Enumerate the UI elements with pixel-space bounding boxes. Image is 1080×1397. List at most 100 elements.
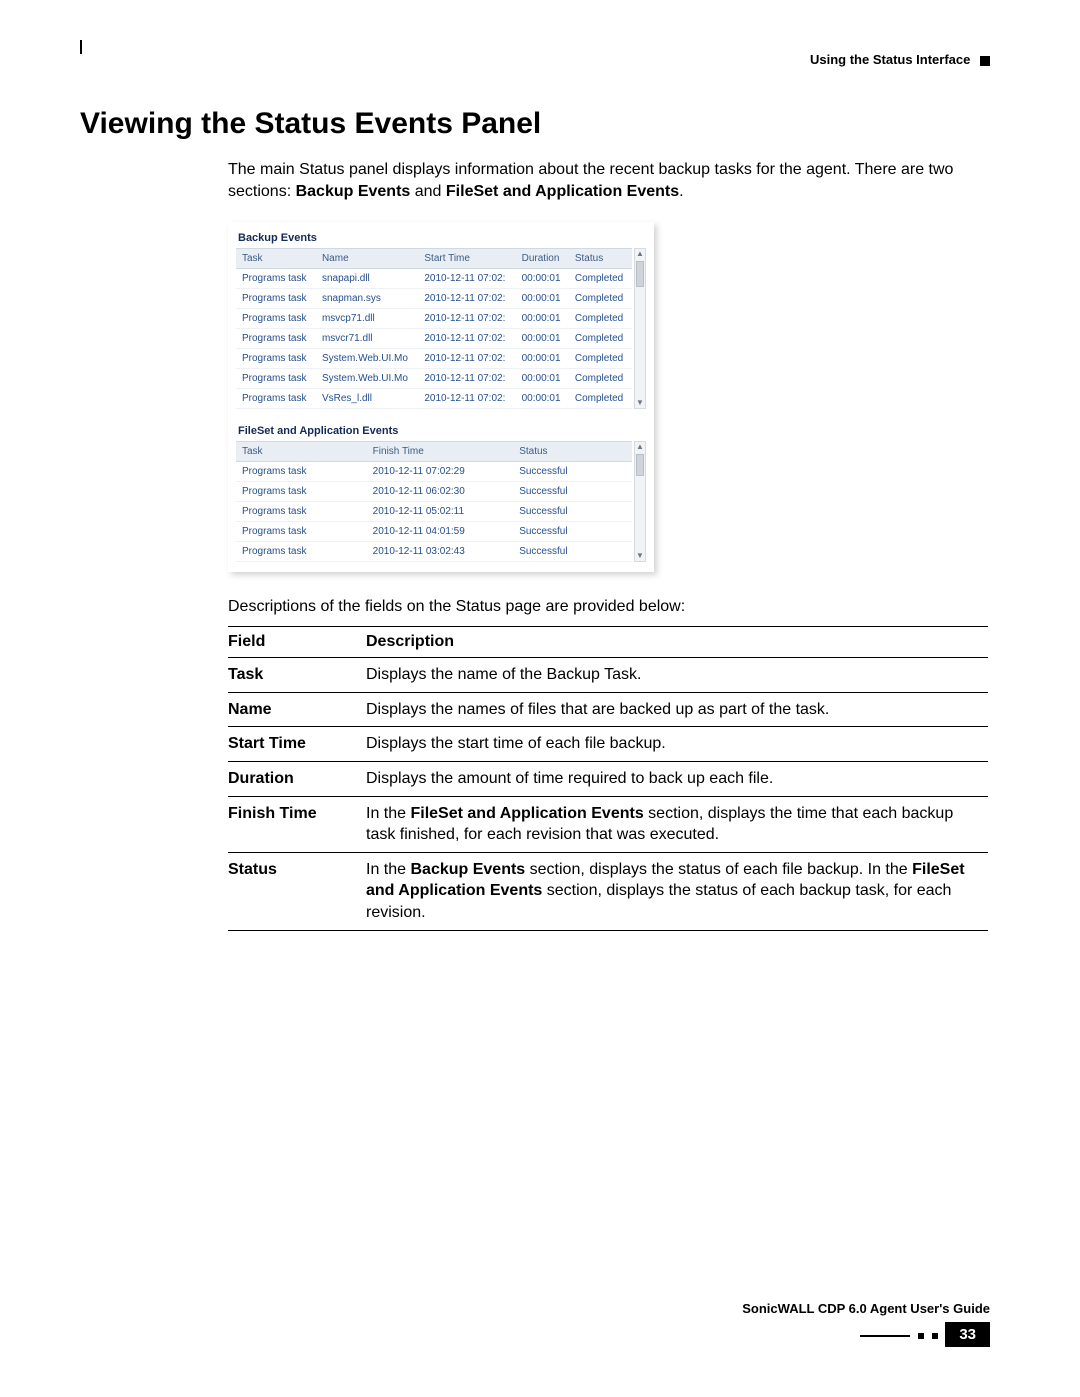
col-name[interactable]: Name — [316, 249, 418, 269]
table-row[interactable]: Programs task2010-12-11 07:02:29Successf… — [236, 462, 632, 482]
table-cell: Successful — [513, 502, 632, 522]
table-row[interactable]: Programs taskVsRes_l.dll2010-12-11 07:02… — [236, 389, 632, 409]
scroll-down-icon[interactable]: ▼ — [636, 398, 644, 408]
backup-events-table: Task Name Start Time Duration Status Pro… — [236, 248, 632, 409]
table-cell: 00:00:01 — [516, 389, 569, 409]
intro-bold-2: FileSet and Application Events — [446, 183, 679, 200]
table-cell: 2010-12-11 05:02:11 — [367, 502, 514, 522]
table-row[interactable]: Programs task2010-12-11 04:01:59Successf… — [236, 522, 632, 542]
table-cell: Programs task — [236, 502, 367, 522]
footer-square-icon — [932, 1333, 938, 1339]
fdt-desc: Displays the name of the Backup Task. — [366, 658, 988, 693]
table-cell: 2010-12-11 07:02: — [418, 289, 515, 309]
table-cell: Programs task — [236, 269, 316, 289]
scroll-down-icon[interactable]: ▼ — [636, 551, 644, 561]
col-task[interactable]: Task — [236, 249, 316, 269]
table-cell: 00:00:01 — [516, 269, 569, 289]
table-cell: Programs task — [236, 289, 316, 309]
table-cell: msvcp71.dll — [316, 309, 418, 329]
fdt-header-row: Field Description — [228, 627, 988, 658]
table-cell: Completed — [569, 369, 632, 389]
col-status[interactable]: Status — [569, 249, 632, 269]
table-cell: 2010-12-11 06:02:30 — [367, 482, 514, 502]
fdt-field: Start Time — [228, 727, 366, 762]
table-cell: 00:00:01 — [516, 369, 569, 389]
table-cell: 00:00:01 — [516, 309, 569, 329]
fdt-desc: In the FileSet and Application Events se… — [366, 796, 988, 852]
table-row[interactable]: Programs taskmsvcp71.dll2010-12-11 07:02… — [236, 309, 632, 329]
fdt-field: Duration — [228, 761, 366, 796]
table-row[interactable]: Programs tasksnapapi.dll2010-12-11 07:02… — [236, 269, 632, 289]
intro-post: . — [679, 183, 683, 200]
table-cell: Programs task — [236, 522, 367, 542]
fdt-row: StatusIn the Backup Events section, disp… — [228, 852, 988, 930]
breadcrumb-text: Using the Status Interface — [810, 52, 970, 67]
table-cell: Completed — [569, 309, 632, 329]
status-panel-screenshot: Backup Events Task Name Start Time Durat… — [228, 222, 654, 572]
table-cell: 2010-12-11 07:02:29 — [367, 462, 514, 482]
table-row[interactable]: Programs taskSystem.Web.UI.Mo2010-12-11 … — [236, 369, 632, 389]
table-cell: 2010-12-11 07:02: — [418, 389, 515, 409]
table-row[interactable]: Programs taskSystem.Web.UI.Mo2010-12-11 … — [236, 349, 632, 369]
table-cell: snapapi.dll — [316, 269, 418, 289]
scroll-up-icon[interactable]: ▲ — [636, 442, 644, 452]
backup-events-scrollbar[interactable]: ▲ ▼ — [634, 248, 646, 409]
table-cell: 00:00:01 — [516, 349, 569, 369]
table-cell: 2010-12-11 07:02: — [418, 349, 515, 369]
page-number: 33 — [945, 1322, 990, 1347]
table-cell: Programs task — [236, 309, 316, 329]
fileset-events-table: Task Finish Time Status Programs task201… — [236, 441, 632, 562]
fdt-field: Task — [228, 658, 366, 693]
table-cell: Completed — [569, 389, 632, 409]
footer-square-icon — [918, 1333, 924, 1339]
page-title: Viewing the Status Events Panel — [80, 107, 990, 141]
backup-events-title: Backup Events — [228, 222, 654, 248]
table-cell: snapman.sys — [316, 289, 418, 309]
fdt-field: Name — [228, 692, 366, 727]
table-cell: 2010-12-11 07:02: — [418, 329, 515, 349]
fdt-row: NameDisplays the names of files that are… — [228, 692, 988, 727]
table-row[interactable]: Programs taskmsvcr71.dll2010-12-11 07:02… — [236, 329, 632, 349]
fdt-desc: Displays the start time of each file bac… — [366, 727, 988, 762]
col-finish-time[interactable]: Finish Time — [367, 442, 514, 462]
col-task[interactable]: Task — [236, 442, 367, 462]
table-cell: Programs task — [236, 462, 367, 482]
table-cell: 2010-12-11 07:02: — [418, 269, 515, 289]
backup-events-table-wrap: Task Name Start Time Duration Status Pro… — [236, 248, 646, 409]
fdt-head-field: Field — [228, 627, 366, 658]
scroll-up-icon[interactable]: ▲ — [636, 249, 644, 259]
table-row[interactable]: Programs tasksnapman.sys2010-12-11 07:02… — [236, 289, 632, 309]
table-row[interactable]: Programs task2010-12-11 05:02:11Successf… — [236, 502, 632, 522]
footer-guide: SonicWALL CDP 6.0 Agent User's Guide — [80, 1301, 990, 1316]
table-row[interactable]: Programs task2010-12-11 03:02:43Successf… — [236, 542, 632, 562]
table-cell: 2010-12-11 07:02: — [418, 369, 515, 389]
table-cell: Programs task — [236, 389, 316, 409]
table-cell: 00:00:01 — [516, 289, 569, 309]
fdt-field: Finish Time — [228, 796, 366, 852]
scroll-thumb[interactable] — [636, 454, 644, 476]
table-cell: VsRes_l.dll — [316, 389, 418, 409]
footer-rule-icon — [860, 1335, 910, 1337]
intro-mid: and — [410, 183, 446, 200]
fileset-events-scrollbar[interactable]: ▲ ▼ — [634, 441, 646, 562]
table-cell: Programs task — [236, 542, 367, 562]
table-cell: 2010-12-11 03:02:43 — [367, 542, 514, 562]
table-cell: Successful — [513, 482, 632, 502]
fdt-row: Finish TimeIn the FileSet and Applicatio… — [228, 796, 988, 852]
col-duration[interactable]: Duration — [516, 249, 569, 269]
table-cell: System.Web.UI.Mo — [316, 369, 418, 389]
table-cell: 2010-12-11 07:02: — [418, 309, 515, 329]
header-breadcrumb: Using the Status Interface — [80, 52, 990, 67]
table-cell: Programs task — [236, 482, 367, 502]
fdt-row: DurationDisplays the amount of time requ… — [228, 761, 988, 796]
table-cell: Successful — [513, 462, 632, 482]
intro-paragraph: The main Status panel displays informati… — [228, 159, 990, 202]
col-status[interactable]: Status — [513, 442, 632, 462]
fdt-desc: Displays the amount of time required to … — [366, 761, 988, 796]
fdt-desc: In the Backup Events section, displays t… — [366, 852, 988, 930]
crop-mark — [80, 40, 96, 54]
col-start-time[interactable]: Start Time — [418, 249, 515, 269]
table-cell: 00:00:01 — [516, 329, 569, 349]
table-row[interactable]: Programs task2010-12-11 06:02:30Successf… — [236, 482, 632, 502]
scroll-thumb[interactable] — [636, 261, 644, 287]
